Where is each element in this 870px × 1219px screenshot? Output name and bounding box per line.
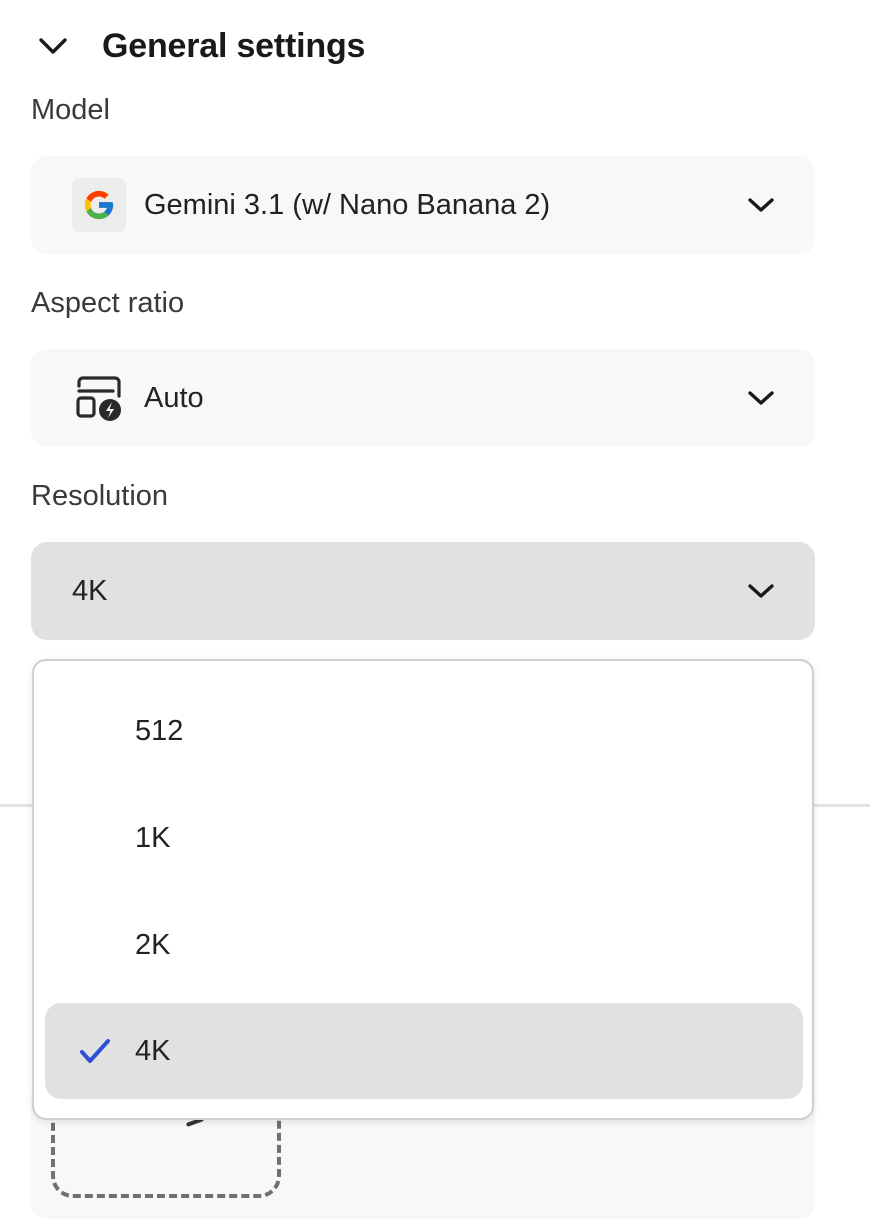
resolution-picker[interactable]: 4K [31, 542, 815, 640]
resolution-value: 4K [72, 574, 108, 607]
menu-item-label: 1K [135, 821, 171, 854]
menu-item-512[interactable]: 512 [45, 683, 803, 779]
resolution-menu: 512 1K 2K 4K [32, 659, 814, 1120]
menu-item-1k[interactable]: 1K [45, 790, 803, 886]
auto-aspect-ratio-icon [72, 371, 126, 425]
chevron-down-icon [744, 574, 778, 608]
resolution-label: Resolution [31, 480, 169, 512]
google-g-icon [72, 178, 126, 232]
menu-item-label: 512 [135, 714, 184, 747]
general-settings-header[interactable]: General settings [32, 18, 365, 74]
checkmark-icon [77, 1033, 113, 1069]
menu-item-2k[interactable]: 2K [45, 897, 803, 993]
check-icon-placeholder [77, 820, 113, 856]
check-icon-placeholder [77, 927, 113, 963]
model-picker[interactable]: Gemini 3.1 (w/ Nano Banana 2) [31, 156, 815, 254]
aspect-ratio-value: Auto [144, 381, 204, 414]
model-value: Gemini 3.1 (w/ Nano Banana 2) [144, 188, 551, 221]
aspect-ratio-picker[interactable]: Auto [31, 349, 815, 447]
model-label: Model [31, 94, 110, 126]
aspect-ratio-label: Aspect ratio [31, 287, 185, 319]
chevron-down-icon [744, 188, 778, 222]
chevron-down-icon [744, 381, 778, 415]
chevron-down-icon[interactable] [36, 29, 70, 63]
menu-item-label: 4K [135, 1034, 171, 1067]
menu-item-4k[interactable]: 4K [45, 1003, 803, 1099]
settings-panel: General settings Model Gemini 3.1 (w/ Na… [0, 0, 870, 1219]
check-icon-placeholder [77, 713, 113, 749]
menu-item-label: 2K [135, 928, 171, 961]
section-title: General settings [102, 26, 366, 65]
